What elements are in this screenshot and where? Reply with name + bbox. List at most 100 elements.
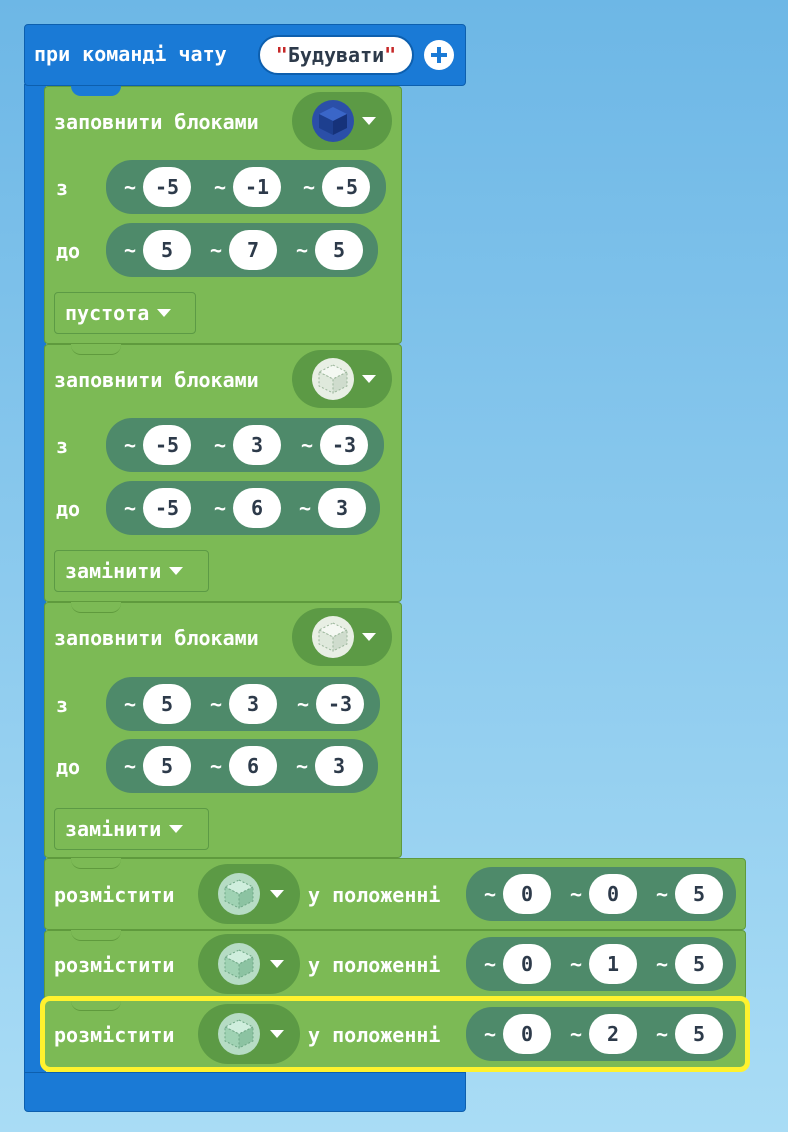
- to-z[interactable]: 3: [315, 746, 363, 786]
- position-label: у положенні: [308, 883, 441, 907]
- green-glass-block-icon: [218, 943, 260, 985]
- fill-label: заповнити блоками: [54, 368, 259, 392]
- chat-command-value: Будувати: [287, 43, 385, 67]
- quote-close: ": [384, 43, 397, 67]
- fill-mode-value: замінити: [65, 817, 162, 841]
- tilde: ~: [214, 175, 227, 199]
- from-y[interactable]: -1: [233, 167, 281, 207]
- chevron-down-icon: [169, 567, 184, 575]
- tilde: ~: [297, 692, 310, 716]
- tilde: ~: [656, 882, 669, 906]
- glass-block-icon: [312, 358, 354, 400]
- tilde: ~: [484, 882, 497, 906]
- chevron-down-icon: [270, 1030, 284, 1038]
- glass-block-icon: [312, 616, 354, 658]
- position-label: у положенні: [308, 1023, 441, 1047]
- to-label: до: [56, 755, 81, 779]
- pos-z[interactable]: 5: [675, 944, 723, 984]
- fill-mode-dropdown[interactable]: замінити: [54, 808, 209, 850]
- from-label: з: [56, 434, 69, 458]
- to-x[interactable]: 5: [143, 230, 191, 270]
- chat-command-input[interactable]: " Будувати ": [258, 35, 414, 75]
- event-block-rail: [24, 84, 46, 1074]
- pos-z[interactable]: 5: [675, 874, 723, 914]
- pos-y[interactable]: 0: [589, 874, 637, 914]
- position-label: у положенні: [308, 953, 441, 977]
- pos-z[interactable]: 5: [675, 1014, 723, 1054]
- to-label: до: [56, 239, 81, 263]
- place-label: розмістити: [54, 1023, 175, 1047]
- from-y[interactable]: 3: [233, 425, 281, 465]
- tilde: ~: [301, 433, 314, 457]
- tilde: ~: [570, 1022, 583, 1046]
- chevron-down-icon: [270, 960, 284, 968]
- tilde: ~: [124, 238, 137, 262]
- chevron-down-icon: [157, 309, 172, 317]
- to-z[interactable]: 3: [318, 488, 366, 528]
- pos-y[interactable]: 1: [589, 944, 637, 984]
- chevron-down-icon: [362, 375, 376, 383]
- fill-mode-dropdown[interactable]: пустота: [54, 292, 196, 334]
- event-title: при команді чату: [34, 42, 227, 66]
- from-label: з: [56, 693, 69, 717]
- tilde: ~: [124, 692, 137, 716]
- to-y[interactable]: 6: [229, 746, 277, 786]
- from-z[interactable]: -3: [320, 425, 368, 465]
- plus-circle-icon[interactable]: [424, 40, 454, 70]
- tilde: ~: [296, 238, 309, 262]
- to-x[interactable]: -5: [143, 488, 191, 528]
- from-x[interactable]: -5: [143, 167, 191, 207]
- pos-x[interactable]: 0: [503, 944, 551, 984]
- tilde: ~: [484, 1022, 497, 1046]
- tilde: ~: [210, 238, 223, 262]
- tilde: ~: [296, 754, 309, 778]
- block-selector[interactable]: [198, 864, 300, 924]
- chevron-down-icon: [270, 890, 284, 898]
- to-y[interactable]: 7: [229, 230, 277, 270]
- tilde: ~: [570, 882, 583, 906]
- to-z[interactable]: 5: [315, 230, 363, 270]
- from-x[interactable]: -5: [143, 425, 191, 465]
- tilde: ~: [124, 754, 137, 778]
- from-z[interactable]: -5: [322, 167, 370, 207]
- event-block-footer: [24, 1072, 466, 1112]
- quote-open: ": [275, 43, 288, 67]
- pos-x[interactable]: 0: [503, 874, 551, 914]
- block-selector[interactable]: [198, 1004, 300, 1064]
- block-selector[interactable]: [198, 934, 300, 994]
- fill-label: заповнити блоками: [54, 626, 259, 650]
- tilde: ~: [570, 952, 583, 976]
- from-x[interactable]: 5: [143, 684, 191, 724]
- tilde: ~: [303, 175, 316, 199]
- green-glass-block-icon: [218, 873, 260, 915]
- tilde: ~: [214, 433, 227, 457]
- lapis-block-icon: [312, 100, 354, 142]
- fill-mode-dropdown[interactable]: замінити: [54, 550, 209, 592]
- fill-mode-value: пустота: [65, 301, 150, 325]
- block-selector[interactable]: [292, 350, 392, 408]
- block-selector[interactable]: [292, 608, 392, 666]
- pos-y[interactable]: 2: [589, 1014, 637, 1054]
- chevron-down-icon: [362, 633, 376, 641]
- from-y[interactable]: 3: [229, 684, 277, 724]
- pos-x[interactable]: 0: [503, 1014, 551, 1054]
- tilde: ~: [210, 692, 223, 716]
- tilde: ~: [124, 496, 137, 520]
- place-label: розмістити: [54, 883, 175, 907]
- tilde: ~: [656, 952, 669, 976]
- tilde: ~: [299, 496, 312, 520]
- tilde: ~: [656, 1022, 669, 1046]
- block-selector[interactable]: [292, 92, 392, 150]
- from-z[interactable]: -3: [316, 684, 364, 724]
- place-label: розмістити: [54, 953, 175, 977]
- from-label: з: [56, 176, 69, 200]
- tilde: ~: [210, 754, 223, 778]
- chevron-down-icon: [362, 117, 376, 125]
- fill-label: заповнити блоками: [54, 110, 259, 134]
- tilde: ~: [214, 496, 227, 520]
- tilde: ~: [124, 433, 137, 457]
- chevron-down-icon: [169, 825, 184, 833]
- to-x[interactable]: 5: [143, 746, 191, 786]
- green-glass-block-icon: [218, 1013, 260, 1055]
- to-y[interactable]: 6: [233, 488, 281, 528]
